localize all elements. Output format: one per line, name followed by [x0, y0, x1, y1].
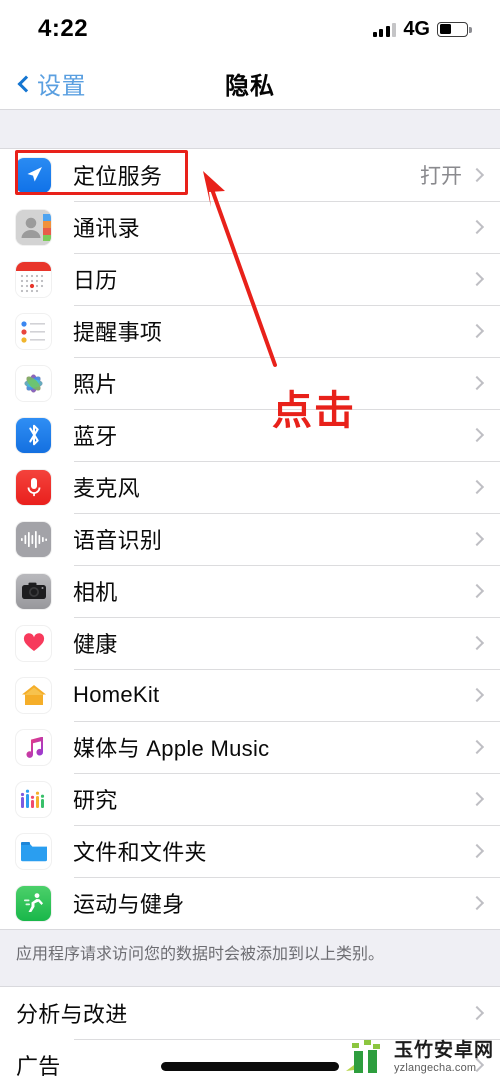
- list-item-label: 定位服务: [73, 164, 163, 189]
- list-item-label: 语音识别: [73, 528, 163, 553]
- contacts-icon: [16, 209, 51, 245]
- list-item-health[interactable]: 健康: [0, 617, 500, 669]
- list-item-label: 麦克风: [73, 476, 140, 501]
- speech-recognition-icon: [16, 521, 51, 557]
- list-item-label: 相机: [73, 580, 118, 605]
- status-time: 4:22: [38, 15, 89, 42]
- bluetooth-icon: [16, 417, 51, 453]
- apple-music-icon: [16, 729, 51, 765]
- list-item-calendar[interactable]: 日历: [0, 253, 500, 305]
- privacy-categories-group: 定位服务 打开 通讯录 日历 提醒事项 照片 蓝牙 麦克风 语音识别 相机 健康…: [0, 148, 500, 930]
- list-item-label: 媒体与 Apple Music: [73, 736, 270, 761]
- chevron-right-icon: [469, 219, 485, 235]
- chevron-right-icon: [469, 427, 485, 443]
- list-item-fitness[interactable]: 运动与健身: [0, 877, 500, 929]
- list-item-apple-music[interactable]: 媒体与 Apple Music: [0, 721, 500, 773]
- list-item-research[interactable]: 研究: [0, 773, 500, 825]
- battery-icon: [437, 21, 472, 37]
- list-item-analytics[interactable]: 分析与改进: [0, 986, 500, 1039]
- microphone-icon: [16, 469, 51, 505]
- watermark-url: yzlangecha.com: [393, 1061, 477, 1074]
- list-item-label: 研究: [73, 788, 118, 813]
- list-item-homekit[interactable]: HomeKit: [0, 669, 500, 721]
- home-indicator: [161, 1062, 339, 1071]
- status-indicators: 4G: [372, 17, 472, 41]
- chevron-right-icon: [469, 687, 485, 703]
- research-icon: [16, 781, 51, 817]
- reminders-icon: [16, 313, 51, 349]
- list-item-label: 日历: [73, 268, 118, 293]
- status-bar: 4:22 4G: [0, 0, 500, 58]
- list-item-reminders[interactable]: 提醒事项: [0, 305, 500, 357]
- list-item-label: HomeKit: [73, 682, 160, 707]
- list-item-label: 通讯录: [73, 216, 140, 241]
- bamboo-logo-icon: [345, 1040, 380, 1073]
- chevron-left-icon: [17, 75, 35, 92]
- phone-screen: 4:22 4G 设置 隐私 定位服务 打开 通讯录 日历 提醒事项 照片 蓝牙 …: [0, 0, 500, 1083]
- list-item-contacts[interactable]: 通讯录: [0, 201, 500, 253]
- list-item-label: 照片: [73, 372, 118, 397]
- cellular-signal-icon: [372, 22, 397, 37]
- list-top-spacer: [0, 110, 500, 148]
- section-footer-note: 应用程序请求访问您的数据时会被添加到以上类别。: [0, 930, 500, 986]
- list-item-microphone[interactable]: 麦克风: [0, 461, 500, 513]
- chevron-right-icon: [469, 375, 485, 391]
- chevron-right-icon: [469, 791, 485, 807]
- chevron-right-icon: [469, 167, 485, 183]
- fitness-icon: [16, 885, 51, 921]
- chevron-right-icon: [469, 479, 485, 495]
- list-item-speech-recognition[interactable]: 语音识别: [0, 513, 500, 565]
- homekit-icon: [16, 677, 51, 713]
- list-item-label: 运动与健身: [73, 892, 185, 917]
- chevron-right-icon: [469, 895, 485, 911]
- list-item-label: 提醒事项: [73, 320, 163, 345]
- files-icon: [16, 833, 51, 869]
- back-button[interactable]: 设置: [16, 66, 86, 101]
- chevron-right-icon: [469, 531, 485, 547]
- chevron-right-icon: [469, 843, 485, 859]
- location-services-icon: [16, 157, 51, 193]
- list-item-label: 蓝牙: [73, 424, 118, 449]
- list-item-label: 分析与改进: [16, 1001, 128, 1027]
- back-button-label: 设置: [37, 73, 86, 100]
- chevron-right-icon: [469, 583, 485, 599]
- chevron-right-icon: [469, 271, 485, 287]
- list-item-camera[interactable]: 相机: [0, 565, 500, 617]
- list-item-photos[interactable]: 照片: [0, 357, 500, 409]
- chevron-right-icon: [469, 635, 485, 651]
- chevron-right-icon: [469, 323, 485, 339]
- watermark-title: 玉竹安卓网: [393, 1039, 494, 1061]
- list-item-label: 文件和文件夹: [73, 840, 207, 865]
- health-icon: [16, 625, 51, 661]
- list-item-files[interactable]: 文件和文件夹: [0, 825, 500, 877]
- photos-icon: [16, 365, 51, 401]
- chevron-right-icon: [469, 1005, 485, 1020]
- camera-icon: [16, 573, 51, 609]
- list-item-value: 打开: [420, 165, 462, 188]
- list-item-bluetooth[interactable]: 蓝牙: [0, 409, 500, 461]
- list-item-location-services[interactable]: 定位服务 打开: [0, 149, 500, 201]
- settings-list[interactable]: 定位服务 打开 通讯录 日历 提醒事项 照片 蓝牙 麦克风 语音识别 相机 健康…: [0, 110, 500, 1082]
- navigation-bar: 设置 隐私: [0, 58, 500, 110]
- calendar-icon: [16, 261, 51, 297]
- chevron-right-icon: [469, 739, 485, 755]
- list-item-label: 健康: [73, 632, 118, 657]
- network-type-label: 4G: [403, 17, 430, 40]
- watermark: 玉竹安卓网 yzlangecha.com: [344, 1037, 494, 1077]
